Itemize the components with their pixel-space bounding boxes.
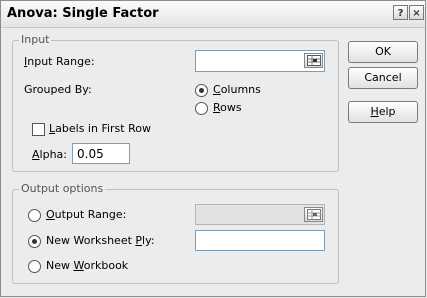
dialog-title: Anova: Single Factor: [7, 6, 159, 21]
anova-dialog: Anova: Single Factor ? × Input Input Ran…: [0, 0, 426, 297]
alpha-field[interactable]: 0.05: [72, 143, 130, 164]
output-range-field[interactable]: [195, 204, 325, 225]
new-workbook-label[interactable]: New Workbook: [46, 259, 128, 272]
alpha-label: Alpha:: [32, 148, 67, 161]
grouped-by-label: Grouped By:: [24, 83, 92, 96]
ok-button[interactable]: OK: [348, 41, 418, 63]
labels-first-row-label[interactable]: Labels in First Row: [49, 122, 151, 135]
columns-label[interactable]: Columns: [213, 83, 261, 96]
input-range-label: Input Range:: [24, 55, 95, 68]
labels-first-row-checkbox[interactable]: [32, 123, 45, 136]
help-question-icon[interactable]: ?: [393, 5, 408, 20]
input-group-label: Input: [19, 33, 52, 46]
title-bar: Anova: Single Factor ? ×: [1, 1, 425, 28]
help-button[interactable]: Help: [348, 101, 418, 123]
range-selector-icon[interactable]: [304, 53, 323, 68]
rows-label[interactable]: Rows: [213, 101, 242, 114]
output-options-label: Output options: [19, 182, 106, 195]
cancel-button[interactable]: Cancel: [348, 67, 418, 89]
new-worksheet-ply-radio[interactable]: [28, 235, 41, 248]
new-worksheet-ply-field[interactable]: [195, 230, 325, 251]
rows-radio[interactable]: [195, 102, 208, 115]
output-range-label[interactable]: Output Range:: [46, 208, 126, 221]
output-range-radio[interactable]: [28, 209, 41, 222]
new-worksheet-ply-label[interactable]: New Worksheet Ply:: [46, 234, 155, 247]
close-icon[interactable]: ×: [409, 5, 424, 20]
range-selector-icon[interactable]: [304, 207, 323, 222]
input-range-field[interactable]: [195, 50, 325, 72]
new-workbook-radio[interactable]: [28, 260, 41, 273]
columns-radio[interactable]: [195, 84, 208, 97]
